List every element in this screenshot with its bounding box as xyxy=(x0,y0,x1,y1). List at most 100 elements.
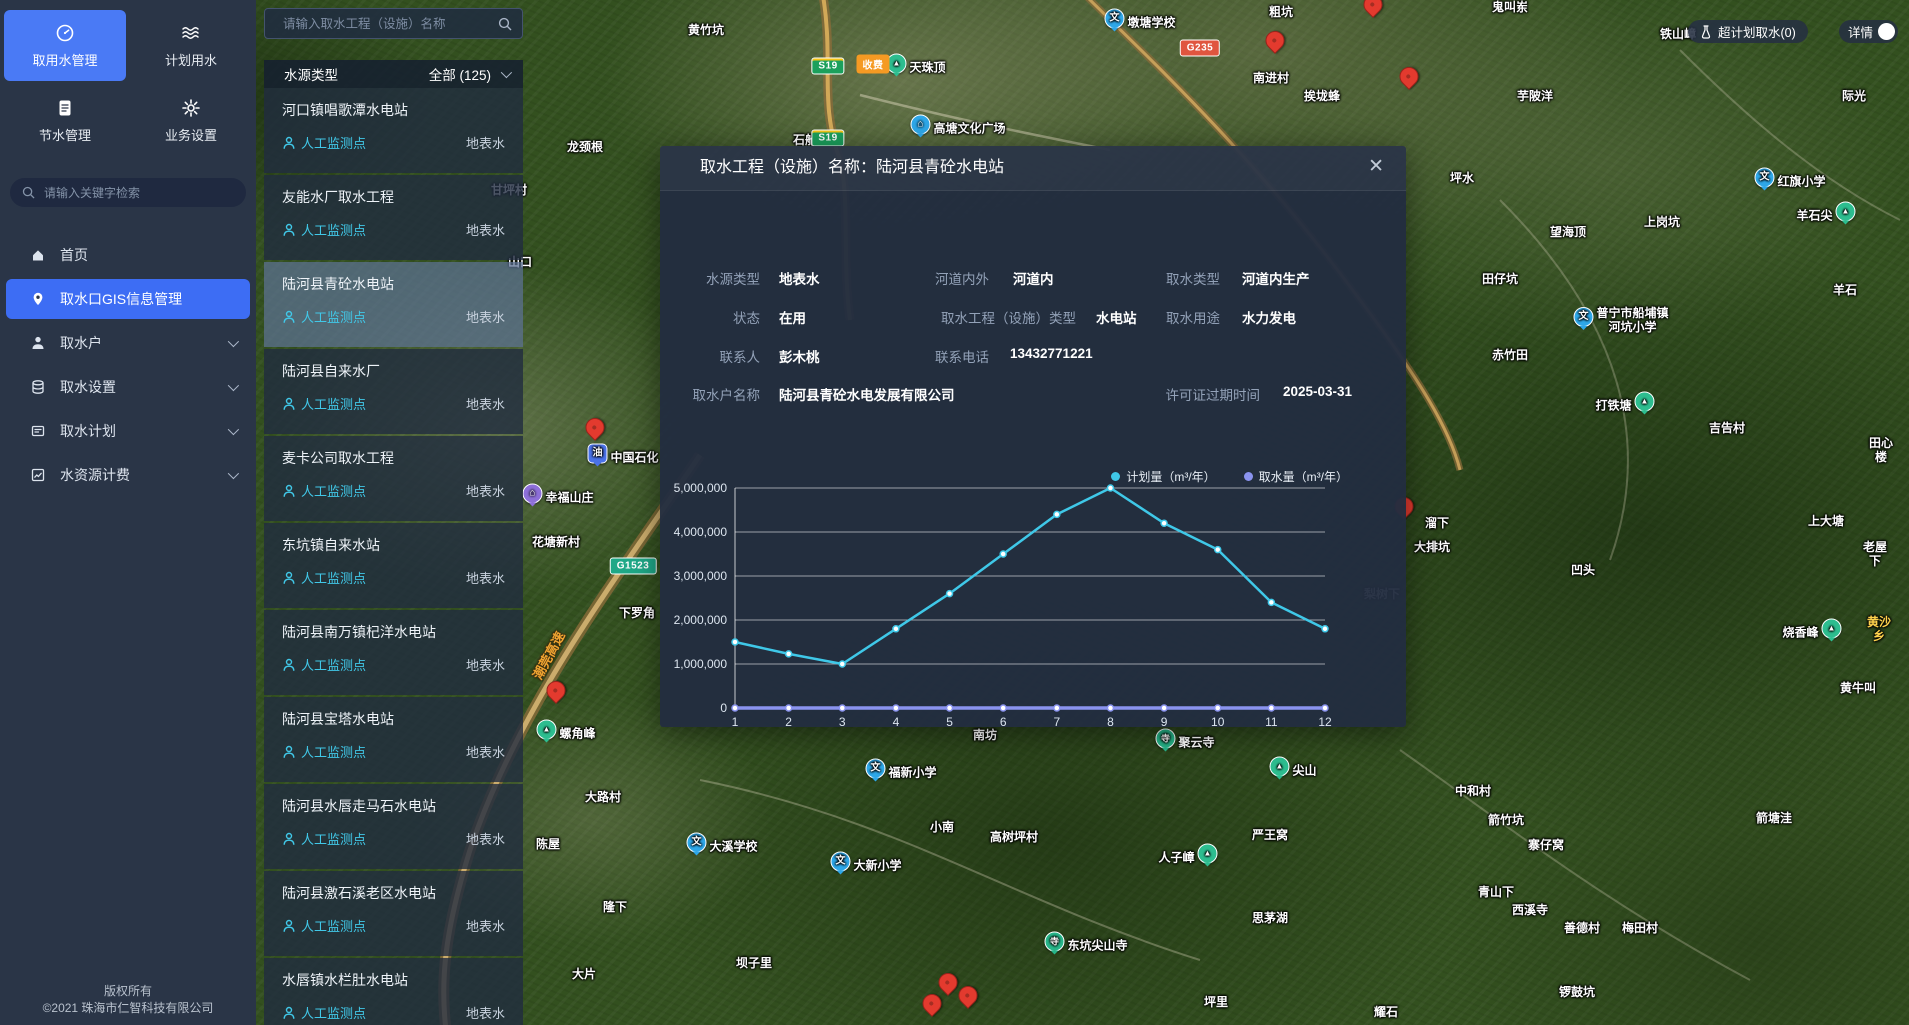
tile-label: 节水管理 xyxy=(39,125,91,144)
sidebar-item-db[interactable]: 取水设置 xyxy=(6,367,250,407)
module-tile-gear[interactable]: 业务设置 xyxy=(130,85,252,156)
station-search-input[interactable] xyxy=(281,16,498,32)
module-tiles: 取用水管理计划用水节水管理 业务设置 xyxy=(0,0,256,156)
water-source-type: 地表水 xyxy=(466,568,505,587)
person-icon xyxy=(282,397,296,411)
menu-label: 首页 xyxy=(60,245,88,265)
field-label: 许可证过期时间 xyxy=(1120,384,1260,404)
road-shield: S19 xyxy=(811,130,844,147)
sidebar-search-input[interactable] xyxy=(42,185,196,201)
sidebar-item-pin[interactable]: 取水口GIS信息管理 xyxy=(6,279,250,319)
sidebar-item-card[interactable]: 取水计划 xyxy=(6,411,250,451)
map-label: 文大新小学 xyxy=(830,852,901,879)
detail-toggle-label: 详情 xyxy=(1848,22,1873,41)
station-list-item[interactable]: 陆河县水唇走马石水电站人工监测点地表水 xyxy=(264,784,523,869)
svg-text:2,000,000: 2,000,000 xyxy=(674,613,728,627)
field-label: 取水户名称 xyxy=(660,384,760,404)
station-list-item[interactable]: 友能水厂取水工程人工监测点地表水 xyxy=(264,175,523,260)
svg-text:11: 11 xyxy=(1265,715,1278,729)
map-label: 花塘新村 xyxy=(532,535,580,549)
map-label: ▲螺角峰 xyxy=(536,720,595,747)
legend-item-actual[interactable]: 取水量（m³/年） xyxy=(1244,468,1348,485)
sidebar-item-user[interactable]: 取水户 xyxy=(6,323,250,363)
svg-text:4: 4 xyxy=(893,715,900,729)
station-list-item[interactable]: 河口镇唱歌潭水电站人工监测点地表水 xyxy=(264,88,523,173)
chevron-down-icon xyxy=(228,424,239,435)
svg-text:1,000,000: 1,000,000 xyxy=(674,657,728,671)
school-poi-icon: 文 xyxy=(865,759,885,786)
map-label: 箭竹坑 xyxy=(1488,813,1524,827)
map-label: 西溪寺 xyxy=(1512,903,1548,917)
map-label: 羊石尖▲ xyxy=(1796,202,1855,229)
legend-item-planned[interactable]: 计划量（m³/年） xyxy=(1111,468,1215,485)
map-label: 老屋下 xyxy=(1858,540,1892,568)
map-label: 坪里 xyxy=(1204,995,1228,1009)
sidebar-item-chart[interactable]: 水资源计费 xyxy=(6,455,250,495)
sidebar: 取用水管理计划用水节水管理 业务设置 首页取水口GIS信息管理取水户取水设置取水计… xyxy=(0,0,256,1025)
monitor-type: 人工监测点 xyxy=(282,133,366,152)
road-shield: S19 xyxy=(811,58,844,75)
station-list-item[interactable]: 麦卡公司取水工程人工监测点地表水 xyxy=(264,436,523,521)
card-icon xyxy=(30,423,46,439)
station-list-item[interactable]: 陆河县青砼水电站人工监测点地表水 xyxy=(264,262,523,347)
module-tile-doc[interactable]: 节水管理 xyxy=(4,85,126,156)
mountain-poi-icon: ▲ xyxy=(536,720,556,747)
menu-label: 取水口GIS信息管理 xyxy=(60,289,182,309)
person-icon xyxy=(282,1006,296,1020)
map-label: ▲天珠顶 xyxy=(886,54,945,81)
map-label: 耀石 xyxy=(1374,1005,1398,1019)
field-value: 河道内 xyxy=(1013,268,1054,288)
doc-icon xyxy=(55,98,75,118)
map-label: 吉告村 xyxy=(1709,421,1745,435)
field-label: 取水用途 xyxy=(1120,307,1220,327)
monitor-type: 人工监测点 xyxy=(282,742,366,761)
close-icon[interactable]: ✕ xyxy=(1368,155,1384,178)
module-tile-waves[interactable]: 计划用水 xyxy=(130,10,252,81)
field-value: 2025-03-31 xyxy=(1283,384,1352,399)
tile-label: 计划用水 xyxy=(165,50,217,69)
station-name: 友能水厂取水工程 xyxy=(282,187,505,207)
sidebar-search[interactable] xyxy=(10,178,246,207)
station-name: 陆河县自来水厂 xyxy=(282,361,505,381)
map-label: 羊石 xyxy=(1833,283,1857,297)
hotel-poi-icon: ⌂ xyxy=(522,484,542,511)
chevron-down-icon xyxy=(228,380,239,391)
station-name: 东坑镇自来水站 xyxy=(282,535,505,555)
water-source-filter[interactable]: 水源类型 全部 (125) xyxy=(264,60,523,88)
map-label: 文大溪学校 xyxy=(686,833,757,860)
menu-label: 取水计划 xyxy=(60,421,116,441)
station-name: 麦卡公司取水工程 xyxy=(282,448,505,468)
map-label: 挨垅蜂 xyxy=(1304,89,1340,103)
station-list-item[interactable]: 水唇镇水栏肚水电站人工监测点地表水 xyxy=(264,958,523,1025)
station-name: 河口镇唱歌潭水电站 xyxy=(282,100,505,120)
station-list-item[interactable]: 东坑镇自来水站人工监测点地表水 xyxy=(264,523,523,608)
map-label: 文墩塘学校 xyxy=(1104,9,1175,36)
over-plan-label: 超计划取水(0) xyxy=(1718,22,1796,41)
school-poi-icon: 文 xyxy=(1104,9,1124,36)
filter-value: 全部 (125) xyxy=(429,64,491,84)
map-label: 严王窝 xyxy=(1252,828,1288,842)
over-plan-water-badge[interactable]: 超计划取水(0) xyxy=(1688,20,1808,43)
mountain-poi-icon: ▲ xyxy=(1269,757,1289,784)
gear-icon xyxy=(181,98,201,118)
search-icon xyxy=(22,186,35,199)
toggle-knob[interactable] xyxy=(1878,23,1895,40)
monitor-type: 人工监测点 xyxy=(282,1003,366,1022)
chevron-down-icon xyxy=(501,67,512,78)
station-list-item[interactable]: 陆河县自来水厂人工监测点地表水 xyxy=(264,349,523,434)
sidebar-item-home[interactable]: 首页 xyxy=(6,235,250,275)
module-tile-clock[interactable]: 取用水管理 xyxy=(4,10,126,81)
field-label: 取水类型 xyxy=(1120,268,1220,288)
detail-toggle[interactable]: 详情 xyxy=(1839,20,1898,43)
field-value: 在用 xyxy=(779,307,806,327)
person-icon xyxy=(282,658,296,672)
chart-legend: 计划量（m³/年） 取水量（m³/年） xyxy=(1111,468,1348,485)
map-label: 寨仔窝 xyxy=(1528,838,1564,852)
map-label: 寺东坑尖山寺 xyxy=(1044,932,1127,959)
station-list-item[interactable]: 陆河县激石溪老区水电站人工监测点地表水 xyxy=(264,871,523,956)
map-label: 凹头 xyxy=(1571,563,1595,577)
station-list-item[interactable]: 陆河县南万镇杞洋水电站人工监测点地表水 xyxy=(264,610,523,695)
station-search[interactable] xyxy=(264,8,523,39)
flask-icon xyxy=(1700,25,1712,39)
station-list-item[interactable]: 陆河县宝塔水电站人工监测点地表水 xyxy=(264,697,523,782)
